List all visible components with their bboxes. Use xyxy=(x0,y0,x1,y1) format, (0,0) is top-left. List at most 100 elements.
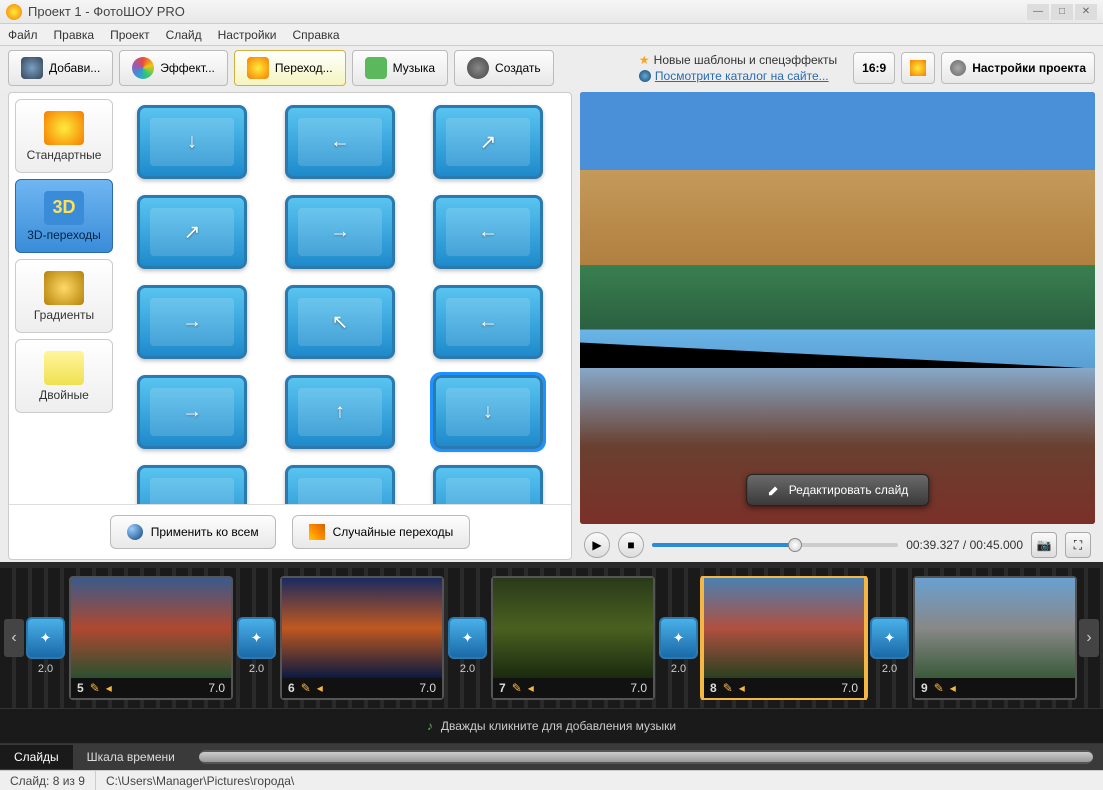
slide-menu-icon[interactable]: ◂ xyxy=(317,681,323,695)
slide-menu-icon[interactable]: ◂ xyxy=(106,681,112,695)
transition-chip[interactable]: ✦2.0 xyxy=(448,617,487,659)
maximize-button[interactable]: □ xyxy=(1051,4,1073,20)
slide-thumbnail xyxy=(71,578,231,678)
transition-thumb[interactable]: ↗ xyxy=(433,105,543,179)
transition-chip[interactable]: ✦2.0 xyxy=(26,617,65,659)
play-button[interactable]: ▶ xyxy=(584,532,610,558)
tab-timescale[interactable]: Шкала времени xyxy=(73,745,189,769)
minimize-button[interactable]: — xyxy=(1027,4,1049,20)
preview-viewport: Редактировать слайд xyxy=(580,92,1095,524)
promo-block: ★Новые шаблоны и спецэффекты Посмотрите … xyxy=(639,53,837,83)
transition-thumb[interactable] xyxy=(433,465,543,504)
menu-edit[interactable]: Правка xyxy=(54,28,95,42)
category-gradients-label: Градиенты xyxy=(34,308,94,322)
titlebar: Проект 1 - ФотоШОУ PRO — □ ✕ xyxy=(0,0,1103,24)
transition-chip-icon: ✦ xyxy=(251,630,263,647)
transition-thumb[interactable]: → xyxy=(137,375,247,449)
tab-effects[interactable]: Эффект... xyxy=(119,50,228,86)
stop-button[interactable]: ■ xyxy=(618,532,644,558)
transition-chip[interactable]: ✦2.0 xyxy=(870,617,909,659)
slide-menu-icon[interactable]: ◂ xyxy=(528,681,534,695)
progress-handle[interactable] xyxy=(788,538,802,552)
edit-slide-icon[interactable]: ✎ xyxy=(723,681,733,695)
tab-transitions[interactable]: Переход... xyxy=(234,50,346,86)
fullscreen-button[interactable]: ⛶ xyxy=(1065,532,1091,558)
slide-thumbnail xyxy=(704,578,864,678)
transition-thumb[interactable]: ↓ xyxy=(137,105,247,179)
transition-thumb[interactable] xyxy=(285,465,395,504)
edit-slide-button[interactable]: Редактировать слайд xyxy=(746,474,930,506)
transition-thumb[interactable]: ↖ xyxy=(285,285,395,359)
category-standard[interactable]: Стандартные xyxy=(15,99,113,173)
edit-slide-icon[interactable]: ✎ xyxy=(90,681,100,695)
timeline-scroll-right[interactable]: › xyxy=(1079,619,1099,657)
slide-menu-icon[interactable]: ◂ xyxy=(739,681,745,695)
progress-fill xyxy=(652,543,795,547)
random-transitions-button[interactable]: Случайные переходы xyxy=(292,515,471,549)
slide-card[interactable]: 7✎◂7.0 xyxy=(491,576,655,700)
menu-help[interactable]: Справка xyxy=(292,28,339,42)
edit-slide-icon[interactable]: ✎ xyxy=(301,681,311,695)
arrow-icon: ← xyxy=(478,221,498,244)
transition-chip-icon: ✦ xyxy=(884,630,896,647)
menubar: Файл Правка Проект Слайд Настройки Справ… xyxy=(0,24,1103,46)
star-small-icon: ★ xyxy=(639,53,650,67)
slide-card[interactable]: 6✎◂7.0 xyxy=(280,576,444,700)
slide-card[interactable]: 8✎◂7.0 xyxy=(702,576,866,700)
edit-slide-icon[interactable]: ✎ xyxy=(934,681,944,695)
status-path: C:\Users\Manager\Pictures\города\ xyxy=(96,771,1103,790)
arrow-icon: ↖ xyxy=(332,310,349,335)
category-double[interactable]: Двойные xyxy=(15,339,113,413)
progress-slider[interactable] xyxy=(652,543,898,547)
timecode: 00:39.327 / 00:45.000 xyxy=(906,538,1023,552)
slide-card[interactable]: 9✎◂ xyxy=(913,576,1077,700)
menu-project[interactable]: Проект xyxy=(110,28,150,42)
category-double-label: Двойные xyxy=(39,388,89,402)
theme-button[interactable] xyxy=(901,52,935,84)
transition-thumb[interactable]: ↑ xyxy=(285,375,395,449)
transition-thumb[interactable]: → xyxy=(285,195,395,269)
transition-thumb[interactable]: ↗ xyxy=(137,195,247,269)
transition-thumb[interactable]: → xyxy=(137,285,247,359)
arrow-icon: ↗ xyxy=(184,220,201,245)
close-button[interactable]: ✕ xyxy=(1075,4,1097,20)
apply-all-label: Применить ко всем xyxy=(151,525,259,539)
timeline-scrollbar[interactable] xyxy=(199,750,1093,764)
aspect-ratio-button[interactable]: 16:9 xyxy=(853,52,895,84)
menu-slide[interactable]: Слайд xyxy=(166,28,202,42)
arrow-icon: → xyxy=(330,221,350,244)
music-track-hint[interactable]: ♪ Дважды кликните для добавления музыки xyxy=(0,708,1103,744)
category-3d-label: 3D-переходы xyxy=(27,228,101,242)
apply-all-button[interactable]: Применить ко всем xyxy=(110,515,276,549)
promo-catalog-link[interactable]: Посмотрите каталог на сайте... xyxy=(655,69,829,83)
transition-thumb[interactable]: ↓ xyxy=(433,375,543,449)
tab-create-label: Создать xyxy=(495,61,541,75)
snapshot-button[interactable]: 📷 xyxy=(1031,532,1057,558)
slide-menu-icon[interactable]: ◂ xyxy=(950,681,956,695)
tab-music[interactable]: Музыка xyxy=(352,50,448,86)
tab-slides[interactable]: Слайды xyxy=(0,745,73,769)
transition-thumb[interactable]: ← xyxy=(433,195,543,269)
menu-file[interactable]: Файл xyxy=(8,28,38,42)
transition-thumb[interactable]: ← xyxy=(433,285,543,359)
edit-slide-label: Редактировать слайд xyxy=(789,483,909,497)
transition-thumb[interactable]: ← xyxy=(285,105,395,179)
tab-create[interactable]: Создать xyxy=(454,50,554,86)
slide-card[interactable]: 5✎◂7.0 xyxy=(69,576,233,700)
category-gradients[interactable]: Градиенты xyxy=(15,259,113,333)
transition-chip[interactable]: ✦2.0 xyxy=(237,617,276,659)
slide-info-bar: 9✎◂ xyxy=(915,678,1075,698)
transition-chip[interactable]: ✦2.0 xyxy=(659,617,698,659)
globe-icon xyxy=(639,70,651,82)
arrow-icon: ↑ xyxy=(335,401,345,424)
menu-settings[interactable]: Настройки xyxy=(218,28,277,42)
timeline-scroll-left[interactable]: ‹ xyxy=(4,619,24,657)
tab-music-label: Музыка xyxy=(393,61,435,75)
aspect-label: 16:9 xyxy=(862,61,886,75)
project-settings-button[interactable]: Настройки проекта xyxy=(941,52,1095,84)
tab-add[interactable]: Добави... xyxy=(8,50,113,86)
scrollbar-thumb[interactable] xyxy=(199,752,1093,762)
transition-thumb[interactable] xyxy=(137,465,247,504)
category-3d[interactable]: 3D 3D-переходы xyxy=(15,179,113,253)
edit-slide-icon[interactable]: ✎ xyxy=(512,681,522,695)
